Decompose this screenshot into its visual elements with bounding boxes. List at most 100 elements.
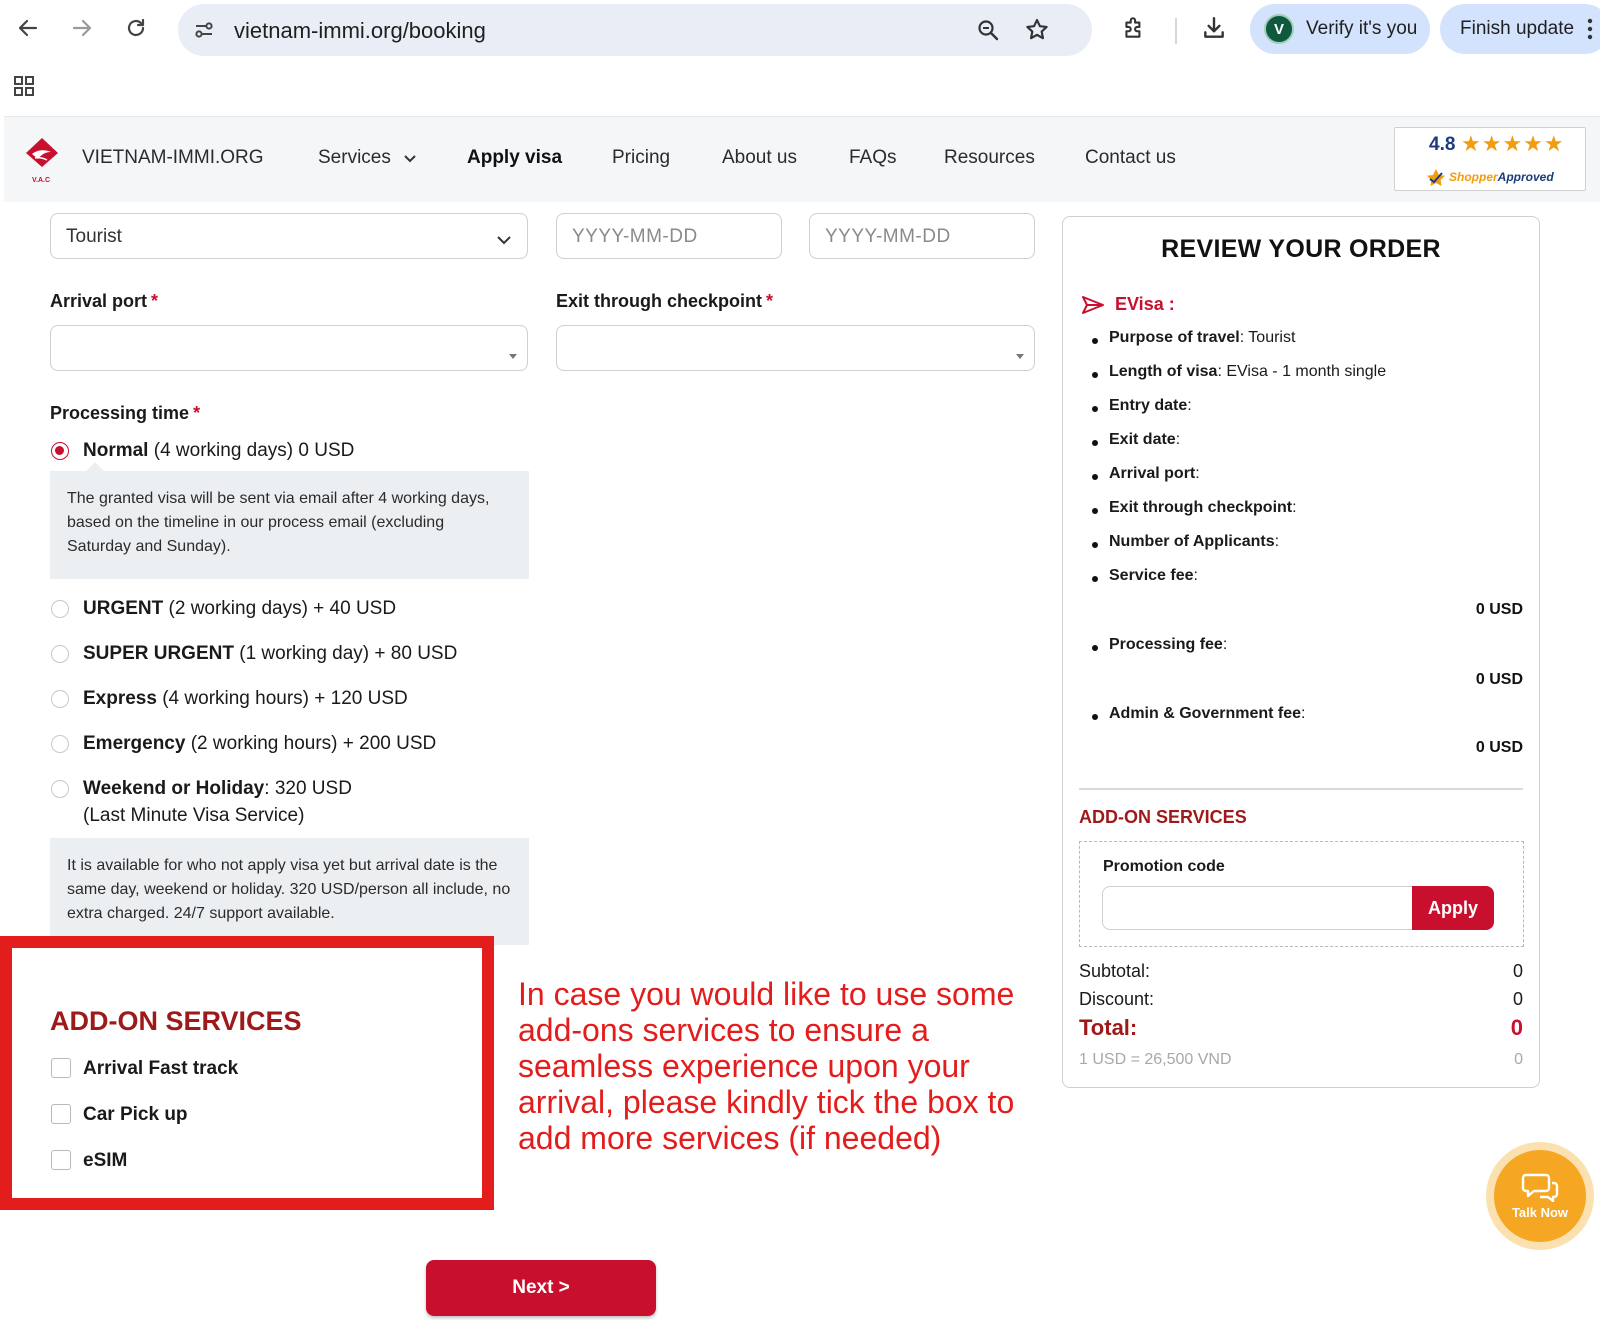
exit-date-input[interactable]: YYYY-MM-DD: [809, 213, 1035, 259]
option-super-urgent-detail: (1 working day) + 80 USD: [239, 643, 458, 664]
shopper-prefix: Shopper: [1449, 170, 1498, 184]
processing-time-label: Processing time *: [50, 403, 200, 424]
radio-urgent[interactable]: [51, 600, 69, 618]
option-super-urgent-label[interactable]: SUPER URGENT (1 working day) + 80 USD: [83, 643, 457, 665]
radio-super-urgent[interactable]: [51, 645, 69, 663]
caret-down-icon: [1016, 346, 1024, 364]
radio-normal[interactable]: [51, 442, 69, 460]
nav-pricing[interactable]: Pricing: [612, 147, 670, 169]
apps-grid-icon[interactable]: [12, 74, 36, 103]
toolbar-divider: [1175, 18, 1177, 44]
option-urgent-detail: (2 working days) + 40 USD: [168, 598, 397, 619]
option-express-name: Express: [83, 688, 157, 709]
option-express-label[interactable]: Express (4 working hours) + 120 USD: [83, 688, 408, 710]
address-bar[interactable]: vietnam-immi.org/booking: [178, 4, 1092, 56]
summary-arrival-port: Arrival port:: [1109, 465, 1200, 483]
summary-purpose: Purpose of travel: Tourist: [1109, 329, 1295, 347]
bullet: [1092, 440, 1098, 446]
kebab-menu-icon[interactable]: [1586, 17, 1594, 47]
nav-apply-visa[interactable]: Apply visa: [467, 147, 562, 169]
nav-services[interactable]: Services: [318, 147, 416, 169]
normal-info-box: The granted visa will be sent via email …: [50, 471, 529, 579]
back-arrow-icon[interactable]: [12, 12, 44, 44]
summary-label: Arrival port: [1109, 465, 1196, 482]
exit-checkpoint-select[interactable]: [556, 325, 1035, 371]
brand-name[interactable]: VIETNAM-IMMI.ORG: [82, 147, 264, 169]
bookmark-star-icon[interactable]: [1024, 17, 1050, 48]
summary-exit-date: Exit date:: [1109, 431, 1180, 449]
review-order-panel: REVIEW YOUR ORDER EVisa : Purpose of tra…: [1062, 216, 1540, 1088]
entry-date-input[interactable]: YYYY-MM-DD: [556, 213, 782, 259]
checkbox-fast-track[interactable]: [51, 1058, 71, 1078]
nav-faqs[interactable]: FAQs: [849, 147, 897, 169]
total-label: Total:: [1079, 1015, 1138, 1040]
processing-time-label-text: Processing time: [50, 403, 190, 423]
promo-label: Promotion code: [1103, 858, 1225, 875]
subtotal-label: Subtotal:: [1079, 961, 1151, 981]
download-icon[interactable]: [1198, 12, 1230, 44]
summary-value: : Tourist: [1239, 329, 1296, 346]
option-normal-name: Normal: [83, 440, 149, 461]
talk-now-chat-button[interactable]: Talk Now: [1494, 1150, 1586, 1242]
rating-score: 4.8: [1429, 134, 1456, 155]
summary-value: :: [1175, 431, 1181, 448]
evisa-label: EVisa :: [1115, 294, 1175, 314]
browser-toolbar: vietnam-immi.org/booking V Verify it's y…: [0, 0, 1600, 116]
finish-update-button[interactable]: Finish update: [1440, 4, 1600, 54]
brand-logo-icon[interactable]: [24, 137, 60, 180]
summary-value: :: [1274, 533, 1280, 550]
option-emergency-label[interactable]: Emergency (2 working hours) + 200 USD: [83, 733, 436, 755]
radio-emergency[interactable]: [51, 735, 69, 753]
nav-resources[interactable]: Resources: [944, 147, 1035, 169]
service-fee-value: 0 USD: [1475, 601, 1523, 618]
option-urgent-name: URGENT: [83, 598, 164, 619]
next-button[interactable]: Next >: [426, 1260, 656, 1316]
summary-label: Entry date: [1109, 397, 1188, 414]
fast-track-label[interactable]: Arrival Fast track: [83, 1058, 238, 1080]
promo-code-input[interactable]: [1102, 886, 1412, 930]
option-normal-label[interactable]: Normal (4 working days) 0 USD: [83, 440, 354, 462]
nav-about-us[interactable]: About us: [722, 147, 797, 169]
summary-value: :: [1222, 636, 1228, 653]
exchange-rate-value: 0: [1514, 1051, 1523, 1068]
entry-date-placeholder: YYYY-MM-DD: [572, 226, 698, 247]
purpose-select-value: Tourist: [66, 226, 122, 247]
exchange-rate-label: 1 USD = 26,500 VND: [1079, 1051, 1232, 1068]
checkbox-car-pickup[interactable]: [51, 1104, 71, 1124]
car-pickup-label[interactable]: Car Pick up: [83, 1104, 188, 1126]
bullet: [1092, 474, 1098, 480]
forward-arrow-icon[interactable]: [66, 12, 98, 44]
finish-update-label: Finish update: [1460, 18, 1575, 39]
arrival-port-label: Arrival port *: [50, 291, 158, 312]
shopper-approved-badge[interactable]: 4.8 ★★★★★ ShopperApproved: [1394, 127, 1586, 191]
checkbox-esim[interactable]: [51, 1150, 71, 1170]
option-emergency-name: Emergency: [83, 733, 186, 754]
purpose-select[interactable]: Tourist: [50, 213, 528, 259]
summary-value: :: [1187, 397, 1192, 414]
send-icon: [1081, 295, 1105, 320]
nav-contact-us[interactable]: Contact us: [1085, 147, 1176, 169]
option-normal-detail: (4 working days) 0 USD: [153, 440, 355, 461]
url-text[interactable]: vietnam-immi.org/booking: [234, 18, 486, 44]
apply-button[interactable]: Apply: [1412, 886, 1494, 930]
summary-label: Length of visa: [1109, 363, 1218, 380]
radio-express[interactable]: [51, 690, 69, 708]
summary-value: :: [1195, 465, 1200, 482]
shopper-suffix: Approved: [1497, 170, 1554, 184]
review-title: REVIEW YOUR ORDER: [1161, 235, 1441, 263]
option-weekend-label[interactable]: Weekend or Holiday: 320 USD: [83, 778, 352, 800]
verify-identity-button[interactable]: V Verify it's you: [1250, 4, 1430, 54]
extensions-icon[interactable]: [1118, 12, 1150, 44]
arrival-port-select[interactable]: [50, 325, 528, 371]
subtotal-value: 0: [1512, 961, 1523, 981]
site-settings-icon[interactable]: [192, 18, 216, 47]
esim-label[interactable]: eSIM: [83, 1150, 127, 1172]
option-urgent-label[interactable]: URGENT (2 working days) + 40 USD: [83, 598, 396, 620]
summary-label: Exit through checkpoint: [1109, 499, 1293, 516]
reload-icon[interactable]: [120, 12, 152, 44]
site-header: V.A.C VIETNAM-IMMI.ORG Services Apply vi…: [4, 116, 1600, 202]
radio-weekend-holiday[interactable]: [51, 780, 69, 798]
bullet: [1092, 576, 1098, 582]
zoom-icon[interactable]: [976, 18, 1000, 47]
info-notch: [86, 462, 104, 471]
